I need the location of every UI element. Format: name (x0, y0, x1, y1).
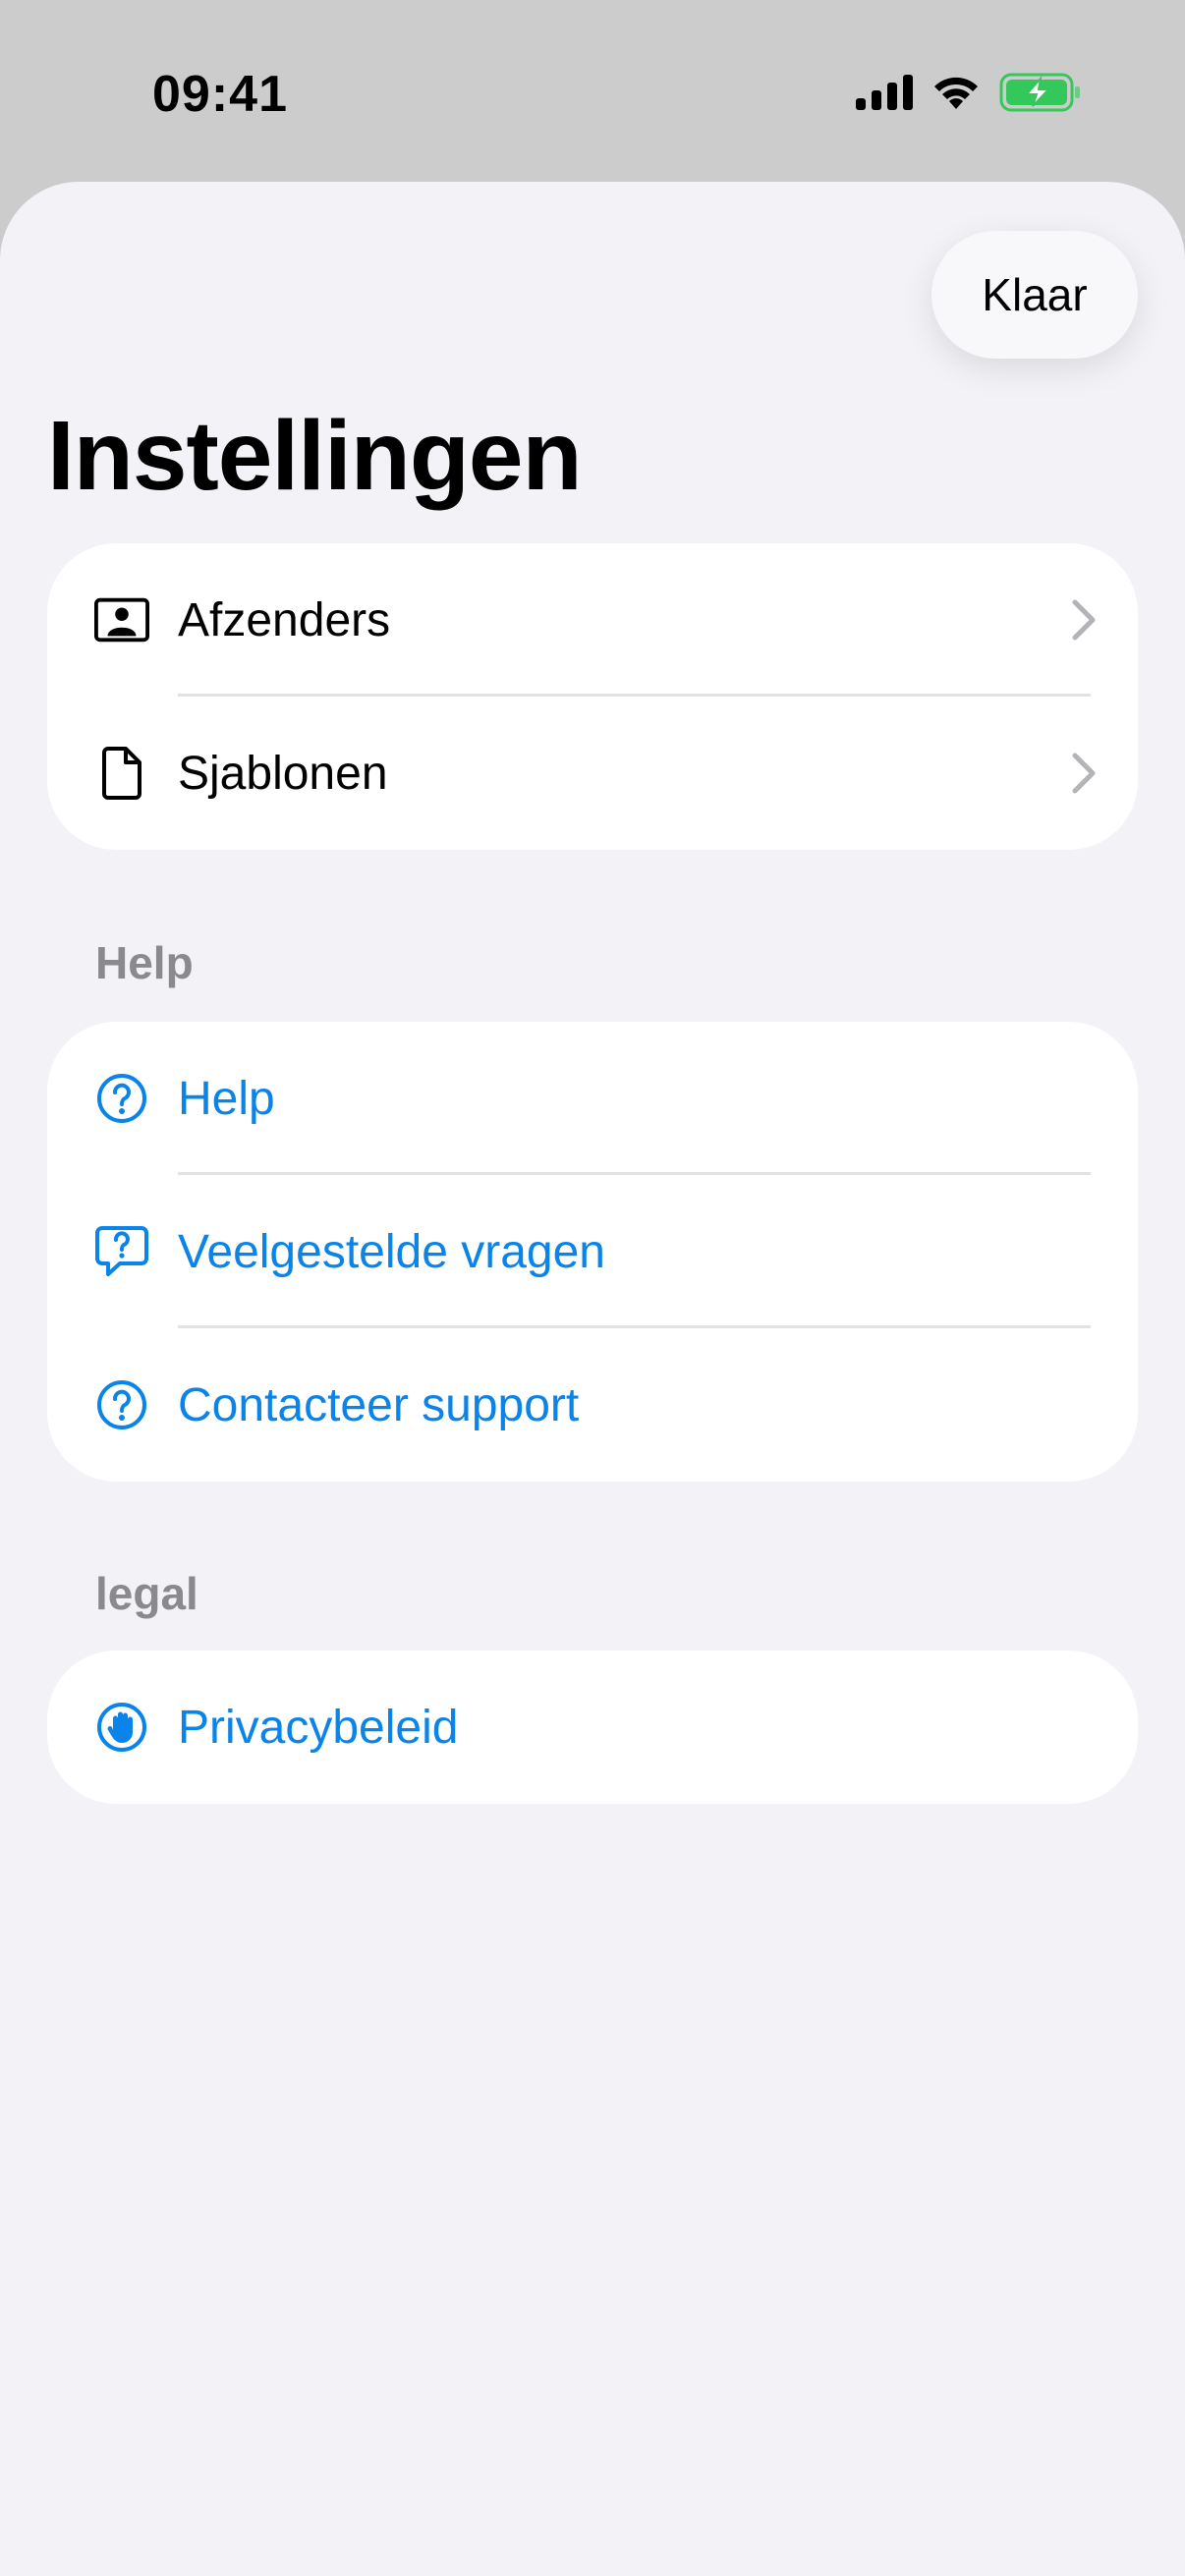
status-icons (856, 73, 1082, 112)
chevron-right-icon (1072, 753, 1096, 794)
settings-group-help: Help Veelgestelde vragen Contacteer supp… (47, 1022, 1138, 1482)
row-label: Help (178, 1072, 275, 1125)
cellular-signal-icon (856, 75, 913, 110)
row-label: Privacybeleid (178, 1701, 459, 1754)
question-bubble-icon (94, 1224, 149, 1279)
document-icon (94, 746, 149, 801)
row-label: Veelgestelde vragen (178, 1225, 605, 1278)
status-time: 09:41 (152, 66, 288, 123)
row-privacy-policy[interactable]: Privacybeleid (47, 1651, 1138, 1804)
settings-group-legal: Privacybeleid (47, 1651, 1138, 1804)
wifi-icon (934, 77, 978, 109)
question-circle-icon (94, 1377, 149, 1432)
row-faq[interactable]: Veelgestelde vragen (47, 1175, 1138, 1328)
row-help[interactable]: Help (47, 1022, 1138, 1175)
row-label: Afzenders (178, 593, 391, 646)
question-circle-icon (94, 1071, 149, 1126)
section-header-help: Help (95, 937, 194, 988)
battery-charging-icon (999, 73, 1080, 112)
row-afzenders[interactable]: Afzenders (47, 543, 1138, 697)
page-title: Instellingen (47, 401, 583, 511)
row-contact-support[interactable]: Contacteer support (47, 1328, 1138, 1482)
settings-group-main: Afzenders Sjablonen (47, 543, 1138, 850)
hand-raised-circle-icon (94, 1700, 149, 1755)
chevron-right-icon (1072, 599, 1096, 641)
row-sjablonen[interactable]: Sjablonen (47, 697, 1138, 850)
person-card-icon (94, 592, 149, 647)
status-bar: 09:41 (0, 0, 1185, 182)
done-button[interactable]: Klaar (931, 231, 1138, 359)
section-header-legal: legal (95, 1568, 198, 1619)
row-label: Contacteer support (178, 1378, 580, 1431)
row-label: Sjablonen (178, 747, 388, 800)
settings-sheet: Klaar Instellingen Afzenders Sjablonen H… (0, 182, 1185, 2576)
